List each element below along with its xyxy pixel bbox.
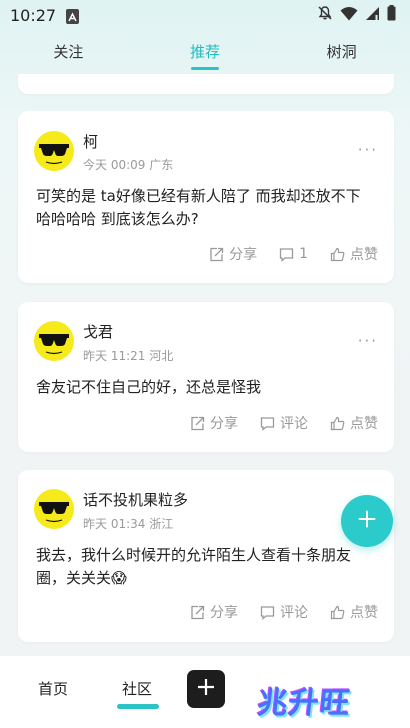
nav-item-home[interactable]: 首页 [38,678,68,699]
nav-item-community[interactable]: 社区 [122,678,152,699]
more-options-icon[interactable]: ··· [358,332,378,350]
top-tabs: 关注 推荐 树洞 [0,38,410,72]
plus-icon [197,678,215,700]
post-meta: 今天 00:09 广东 [83,158,174,172]
status-bar: 10:27 [0,0,410,30]
like-button[interactable]: 点赞 [330,602,378,622]
avatar[interactable] [34,131,74,171]
signal-icon [365,6,380,25]
post-card[interactable]: 话不投机果粒多 昨天 01:34 浙江 我去，我什么时候开的允许陌生人查看十条朋… [18,470,394,642]
share-button[interactable]: 分享 [190,413,238,433]
mute-icon [317,5,333,25]
like-label: 点赞 [350,605,378,621]
avatar[interactable] [34,489,74,529]
post-card-partial[interactable] [18,74,394,94]
comment-label: 评论 [280,416,308,432]
like-button[interactable]: 点赞 [330,413,378,433]
create-post-button[interactable] [341,495,393,547]
nav-publish-button[interactable] [187,670,225,708]
post-card[interactable]: 柯 今天 00:09 广东 ··· 可笑的是 ta好像已经有新人陪了 而我却还放… [18,111,394,283]
tab-recommend[interactable]: 推荐 [155,41,255,70]
comment-count: 1 [299,246,308,262]
author-name[interactable]: 戈君 [83,321,113,342]
share-button[interactable]: 分享 [209,244,257,264]
post-meta: 昨天 11:21 河北 [83,349,174,363]
more-options-icon[interactable]: ··· [358,141,378,159]
share-button[interactable]: 分享 [190,602,238,622]
watermark-logo: 兆升旺 [255,686,353,721]
share-label: 分享 [210,416,238,432]
post-content[interactable]: 舍友记不住自己的好，还总是怪我 [36,376,370,399]
post-actions: 分享 评论 点赞 [190,602,378,622]
share-label: 分享 [229,247,258,263]
like-icon [330,605,345,620]
post-meta: 昨天 01:34 浙江 [83,517,174,531]
like-icon [330,247,345,262]
like-icon [330,416,345,431]
post-content[interactable]: 可笑的是 ta好像已经有新人陪了 而我却还放不下 哈哈哈哈 到底该怎么办? [36,185,370,231]
bottom-nav: 首页 社区 兆升旺 [0,656,410,728]
tab-tree-hole[interactable]: 树洞 [292,41,392,70]
post-card[interactable]: 戈君 昨天 11:21 河北 ··· 舍友记不住自己的好，还总是怪我 分享 评论… [18,302,394,452]
comment-label: 评论 [280,605,308,621]
comment-icon [260,605,275,620]
comment-button[interactable]: 评论 [260,413,308,433]
share-label: 分享 [210,605,238,621]
comment-icon [260,416,275,431]
author-name[interactable]: 话不投机果粒多 [83,489,188,510]
app-notification-icon [66,8,80,24]
like-label: 点赞 [350,416,378,432]
nav-active-indicator [117,704,159,709]
comment-button[interactable]: 1 [279,246,308,262]
author-name[interactable]: 柯 [83,131,98,152]
post-actions: 分享 评论 点赞 [190,413,378,433]
wifi-icon [340,6,358,25]
share-icon [190,605,205,620]
share-icon [209,247,224,262]
comment-icon [279,247,294,262]
like-button[interactable]: 点赞 [330,244,378,264]
plus-icon [358,510,376,532]
battery-icon [387,5,396,25]
status-time: 10:27 [10,5,57,25]
post-content[interactable]: 我去，我什么时候开的允许陌生人查看十条朋友圈，关关关😱 [36,544,370,590]
comment-button[interactable]: 评论 [260,602,308,622]
avatar[interactable] [34,321,74,361]
like-label: 点赞 [350,247,378,263]
post-actions: 分享 1 点赞 [209,244,378,264]
share-icon [190,416,205,431]
tab-follow[interactable]: 关注 [18,41,118,70]
